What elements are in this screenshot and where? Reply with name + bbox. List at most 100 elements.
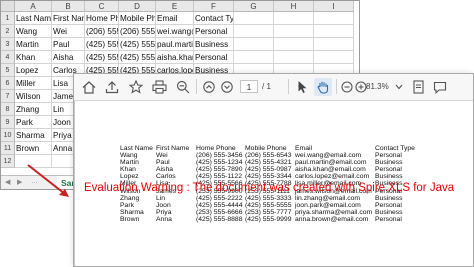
- page-number-input[interactable]: 1: [240, 80, 258, 93]
- cell[interactable]: Miller: [15, 77, 52, 90]
- cell[interactable]: Mobile Phone: [119, 12, 156, 25]
- select-all-corner[interactable]: [1, 1, 15, 12]
- row-header[interactable]: 5: [1, 64, 15, 77]
- sheet-next-icon[interactable]: ▶: [17, 178, 22, 186]
- home-icon[interactable]: [80, 78, 98, 96]
- red-arrow-icon: [27, 164, 69, 197]
- cell[interactable]: Khan: [15, 51, 52, 64]
- column-header-g[interactable]: G: [234, 1, 274, 12]
- cell[interactable]: Aisha: [52, 51, 85, 64]
- column-header-c[interactable]: C: [85, 1, 119, 12]
- row-header[interactable]: 9: [1, 116, 15, 129]
- cell[interactable]: [234, 38, 274, 51]
- row-header[interactable]: 6: [1, 77, 15, 90]
- table-cell: (253) 555-7777: [245, 208, 292, 216]
- column-header: Home Phone: [196, 145, 236, 152]
- upload-icon[interactable]: [103, 78, 121, 96]
- comment-icon[interactable]: [432, 78, 448, 96]
- row-header[interactable]: 12: [1, 155, 15, 168]
- cell[interactable]: Wang: [15, 25, 52, 38]
- cell[interactable]: paul.martin: [156, 38, 194, 51]
- page-up-icon[interactable]: [201, 78, 217, 96]
- cell[interactable]: aisha.khan@: [156, 51, 194, 64]
- cell[interactable]: [274, 38, 314, 51]
- print-icon[interactable]: [150, 78, 168, 96]
- cell[interactable]: [234, 51, 274, 64]
- page-down-icon[interactable]: [219, 78, 235, 96]
- cell[interactable]: [274, 51, 314, 64]
- cell[interactable]: [274, 12, 314, 25]
- table-cell: Lopez: [120, 173, 139, 181]
- row-header[interactable]: 4: [1, 51, 15, 64]
- row-header[interactable]: 7: [1, 90, 15, 103]
- row-header[interactable]: 8: [1, 103, 15, 116]
- cell[interactable]: (425) 555-: [85, 51, 119, 64]
- cell[interactable]: [314, 38, 354, 51]
- table-cell: Zhang: [120, 194, 140, 202]
- cell[interactable]: Personal: [194, 25, 234, 38]
- column-header-d[interactable]: D: [119, 1, 156, 12]
- table-cell: Wei: [156, 152, 168, 160]
- cell[interactable]: [274, 25, 314, 38]
- row-header[interactable]: 1: [1, 12, 15, 25]
- column-header-i[interactable]: I: [314, 1, 354, 12]
- pdf-page[interactable]: Last Name First Name Home Phone Mobile P…: [74, 101, 473, 266]
- cell[interactable]: [314, 25, 354, 38]
- row-header[interactable]: 3: [1, 38, 15, 51]
- row-header[interactable]: 11: [1, 142, 15, 155]
- cell[interactable]: Wilson: [15, 90, 52, 103]
- table-cell: (253) 555-6666: [196, 208, 243, 216]
- bookmark-star-icon[interactable]: [127, 78, 145, 96]
- table-cell: Personal: [375, 152, 402, 160]
- table-cell: Personal: [375, 201, 402, 209]
- table-row: Park Joon (425) 555-4444 (425) 555-5555 joon…: [120, 202, 415, 209]
- cell[interactable]: Home Phone: [85, 12, 119, 25]
- table-cell: (425) 555-4321: [245, 159, 292, 167]
- cell[interactable]: Sharma: [15, 129, 52, 142]
- cell[interactable]: Contact Type: [194, 12, 234, 25]
- cell[interactable]: [234, 25, 274, 38]
- column-header-f[interactable]: F: [194, 1, 234, 12]
- cell[interactable]: Park: [15, 116, 52, 129]
- select-cursor-icon[interactable]: [294, 78, 310, 96]
- table-cell: (206) 555-3456: [196, 152, 243, 160]
- zoom-level[interactable]: 81.3%: [366, 80, 389, 93]
- cell[interactable]: [314, 12, 354, 25]
- cell[interactable]: [314, 51, 354, 64]
- zoom-minus-icon[interactable]: [340, 78, 354, 96]
- cell[interactable]: Zhang: [15, 103, 52, 116]
- table-cell: Sharma: [120, 208, 144, 216]
- cell[interactable]: First Name: [52, 12, 85, 25]
- chevron-down-icon[interactable]: [394, 78, 404, 96]
- hand-tool-icon[interactable]: [314, 78, 332, 96]
- row-header[interactable]: 2: [1, 25, 15, 38]
- cell[interactable]: Last Name: [15, 12, 52, 25]
- row-header[interactable]: 10: [1, 129, 15, 142]
- cell[interactable]: wei.wang@: [156, 25, 194, 38]
- cell[interactable]: Email: [156, 12, 194, 25]
- cell[interactable]: (425) 555-: [119, 38, 156, 51]
- cell[interactable]: Brown: [15, 142, 52, 155]
- cell[interactable]: Personal: [194, 51, 234, 64]
- sheet-prev-icon[interactable]: ◀: [5, 178, 10, 186]
- table-cell: Park: [120, 201, 134, 209]
- cell[interactable]: [234, 12, 274, 25]
- column-header-b[interactable]: B: [52, 1, 85, 12]
- column-header-a[interactable]: A: [15, 1, 52, 12]
- cell[interactable]: (425) 555-: [85, 38, 119, 51]
- table-row: Brown Anna (425) 555-8888 (425) 555-9999 ann…: [120, 216, 415, 223]
- cell[interactable]: (206) 555-: [119, 25, 156, 38]
- table-cell: Carlos: [156, 173, 176, 181]
- cell[interactable]: Martin: [15, 38, 52, 51]
- cell[interactable]: Wei: [52, 25, 85, 38]
- table-cell: (425) 555-7890: [196, 166, 243, 174]
- column-header-h[interactable]: H: [274, 1, 314, 12]
- zoom-out-icon[interactable]: [174, 78, 192, 96]
- page-fit-icon[interactable]: [410, 78, 426, 96]
- cell[interactable]: (425) 555-: [119, 51, 156, 64]
- cell[interactable]: Business: [194, 38, 234, 51]
- column-header-e[interactable]: E: [156, 1, 194, 12]
- cell[interactable]: (206) 555-: [85, 25, 119, 38]
- cell[interactable]: Lopez: [15, 64, 52, 77]
- cell[interactable]: Paul: [52, 38, 85, 51]
